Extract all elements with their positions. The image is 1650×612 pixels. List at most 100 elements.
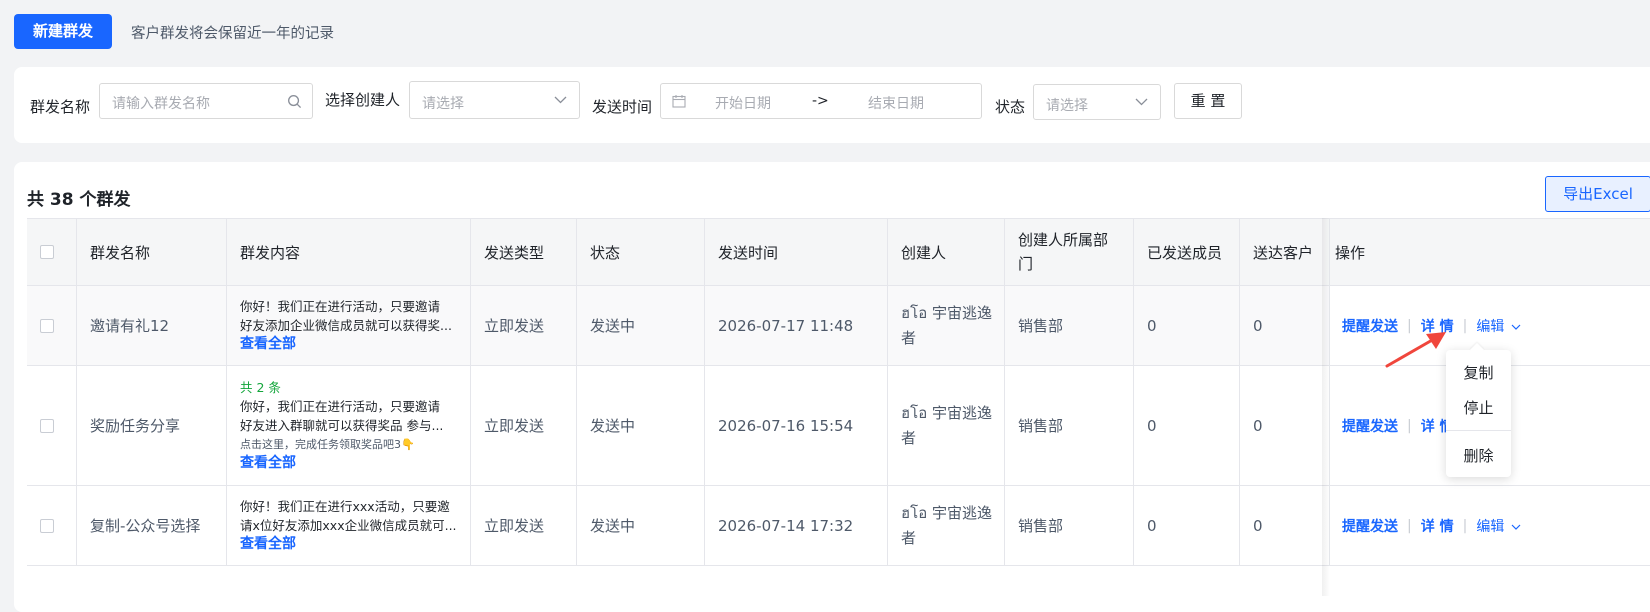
- creator-select-placeholder: 请选择: [422, 96, 464, 112]
- edit-dropdown-button[interactable]: 编辑: [1476, 516, 1521, 536]
- row-creator: ฮโอ 宇宙逃逸者: [888, 286, 1005, 365]
- status-select[interactable]: 请选择: [1033, 84, 1161, 120]
- view-all-link[interactable]: 查看全部: [240, 454, 443, 473]
- calendar-icon: [672, 84, 686, 118]
- row-delivered: 0: [1240, 366, 1330, 485]
- select-all-checkbox[interactable]: [40, 245, 54, 259]
- header-creator: 创建人: [888, 219, 1005, 285]
- row-dept: 销售部: [1005, 486, 1134, 565]
- date-range-separator: ->: [812, 93, 829, 109]
- view-all-link[interactable]: 查看全部: [240, 335, 452, 354]
- filter-panel: 群发名称 请输入群发名称 选择创建人 请选择 发送时间 开始日期 -> 结束日期…: [14, 67, 1650, 143]
- row-sent: 0: [1134, 486, 1240, 565]
- chevron-down-icon: [1511, 324, 1521, 330]
- header-content: 群发内容: [227, 219, 471, 285]
- row-type: 立即发送: [471, 286, 577, 365]
- row-checkbox[interactable]: [40, 418, 54, 433]
- creator-filter-label: 选择创建人: [325, 91, 401, 109]
- new-broadcast-button[interactable]: 新建群发: [14, 14, 112, 49]
- content-line: 好友添加企业微信成员就可以获得奖...: [240, 318, 452, 333]
- status-filter-label: 状态: [995, 98, 1026, 116]
- top-bar: 新建群发 客户群发将会保留近一年的记录: [0, 0, 1650, 62]
- content-line: 你好！我们正在进行xxx活动，只要邀: [240, 499, 450, 514]
- row-checkbox[interactable]: [40, 518, 54, 533]
- row-content: 共 2 条 你好，我们正在进行活动，只要邀请 好友进入群聊就可以获得奖品 参与.…: [227, 366, 471, 485]
- reset-button[interactable]: 重 置: [1174, 83, 1242, 119]
- end-date-placeholder[interactable]: 结束日期: [868, 93, 924, 113]
- content-line: 好友进入群聊就可以获得奖品 参与...: [240, 418, 444, 433]
- date-range-picker[interactable]: 开始日期 -> 结束日期: [660, 83, 982, 119]
- content-count: 共 2 条: [240, 380, 281, 395]
- header-status: 状态: [577, 219, 705, 285]
- total-count: 共 38 个群发: [27, 190, 131, 210]
- row-checkbox[interactable]: [40, 318, 54, 333]
- header-sent: 已发送成员: [1134, 219, 1240, 285]
- row-status: 发送中: [577, 486, 705, 565]
- chevron-down-icon: [554, 82, 567, 118]
- row-status: 发送中: [577, 286, 705, 365]
- dropdown-divider: [1446, 430, 1511, 431]
- header-type: 发送类型: [471, 219, 577, 285]
- row-delivered: 0: [1240, 486, 1330, 565]
- row-sent: 0: [1134, 286, 1240, 365]
- detail-button[interactable]: 详 情: [1421, 516, 1454, 536]
- retention-note: 客户群发将会保留近一年的记录: [131, 26, 334, 42]
- row-creator: ฮโอ 宇宙逃逸者: [888, 366, 1005, 485]
- edit-dropdown-button[interactable]: 编辑: [1476, 316, 1521, 336]
- row-sent: 0: [1134, 366, 1240, 485]
- row-time: 2026-07-17 11:48: [705, 286, 888, 365]
- stop-menu-item[interactable]: 停止: [1446, 397, 1511, 418]
- row-select-cell: [27, 366, 77, 485]
- content-line: 点击这里，完成任务领取奖品吧3👇: [240, 438, 415, 451]
- delete-menu-item[interactable]: 删除: [1446, 445, 1511, 466]
- table-row: 奖励任务分享 共 2 条 你好，我们正在进行活动，只要邀请 好友进入群聊就可以获…: [27, 366, 1650, 486]
- row-select-cell: [27, 486, 77, 565]
- select-all-cell: [27, 219, 77, 285]
- row-name: 奖励任务分享: [77, 366, 227, 485]
- content-line: 请x位好友添加xxx企业微信成员就可...: [240, 518, 457, 533]
- chevron-down-icon: [1511, 524, 1521, 530]
- header-dept: 创建人所属部门: [1005, 219, 1134, 285]
- row-type: 立即发送: [471, 486, 577, 565]
- row-name: 邀请有礼12: [77, 286, 227, 365]
- row-time: 2026-07-16 15:54: [705, 366, 888, 485]
- row-dept: 销售部: [1005, 366, 1134, 485]
- row-delivered: 0: [1240, 286, 1330, 365]
- table-row: 复制-公众号选择 你好！我们正在进行xxx活动，只要邀 请x位好友添加xxx企业…: [27, 486, 1650, 566]
- content-line: 你好，我们正在进行活动，只要邀请: [240, 399, 441, 414]
- search-icon[interactable]: [287, 84, 302, 118]
- row-status: 发送中: [577, 366, 705, 485]
- row-dept: 销售部: [1005, 286, 1134, 365]
- row-creator: ฮโอ 宇宙逃逸者: [888, 486, 1005, 565]
- table-header: 群发名称 群发内容 发送类型 状态 发送时间 创建人 创建人所属部门 已发送成员…: [27, 218, 1650, 286]
- row-content: 你好！我们正在进行xxx活动，只要邀 请x位好友添加xxx企业微信成员就可...…: [227, 486, 471, 565]
- header-actions: 操作: [1335, 243, 1366, 262]
- edit-dropdown-menu: 复制 停止 删除: [1446, 342, 1511, 477]
- row-time: 2026-07-14 17:32: [705, 486, 888, 565]
- remind-send-button[interactable]: 提醒发送: [1342, 516, 1398, 536]
- header-time: 发送时间: [705, 219, 888, 285]
- row-actions: 提醒发送 | 详 情 | 编辑: [1330, 486, 1650, 565]
- status-select-placeholder: 请选择: [1046, 98, 1088, 114]
- fixed-column-shadow: [1322, 218, 1330, 596]
- row-content: 你好！我们正在进行活动，只要邀请 好友添加企业微信成员就可以获得奖... 查看全…: [227, 286, 471, 365]
- annotation-arrow-icon: [1385, 332, 1446, 368]
- row-select-cell: [27, 286, 77, 365]
- header-name: 群发名称: [77, 219, 227, 285]
- export-excel-button[interactable]: 导出Excel: [1545, 176, 1650, 212]
- chevron-down-icon: [1135, 85, 1148, 119]
- copy-menu-item[interactable]: 复制: [1446, 362, 1511, 383]
- name-filter-label: 群发名称: [30, 98, 91, 116]
- time-filter-label: 发送时间: [592, 98, 653, 116]
- view-all-link[interactable]: 查看全部: [240, 535, 457, 554]
- row-name: 复制-公众号选择: [77, 486, 227, 565]
- creator-select[interactable]: 请选择: [409, 81, 580, 119]
- name-search-input[interactable]: 请输入群发名称: [99, 83, 313, 119]
- content-line: 你好！我们正在进行活动，只要邀请: [240, 299, 441, 314]
- header-delivered: 送达客户: [1240, 219, 1330, 285]
- remind-send-button[interactable]: 提醒发送: [1342, 416, 1398, 436]
- start-date-placeholder[interactable]: 开始日期: [715, 93, 771, 113]
- list-panel: 共 38 个群发 导出Excel 群发名称 群发内容 发送类型 状态 发送时间 …: [14, 162, 1650, 612]
- row-type: 立即发送: [471, 366, 577, 485]
- name-search-placeholder: 请输入群发名称: [112, 96, 210, 112]
